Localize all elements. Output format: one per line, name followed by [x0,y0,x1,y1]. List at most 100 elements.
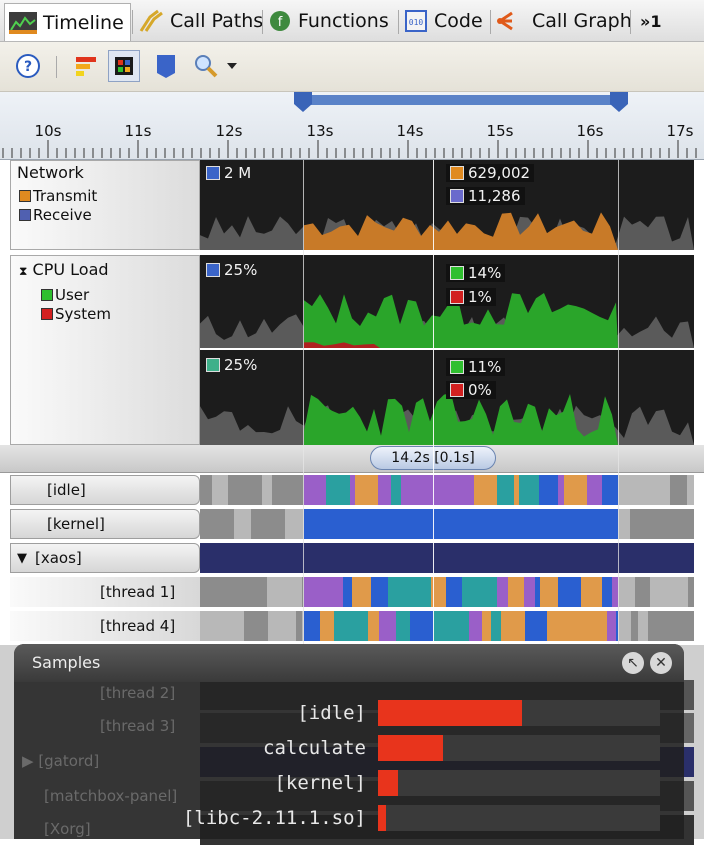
timeline-segment [272,475,284,505]
faded-matchbox-label: [matchbox-panel] [44,787,178,805]
legend-receive: Receive [19,206,92,224]
timeline-segment [352,577,371,607]
cpu-core2-scale-label: 25% [224,356,258,374]
close-icon[interactable]: ✕ [650,652,672,674]
cpu-core2-system: 0% [468,381,492,399]
timeline-segment [247,577,254,607]
thread-4-label[interactable]: [thread 4] [10,611,200,641]
timeline-segment [665,509,681,539]
timeline-segment [371,577,388,607]
selection-start-handle [294,92,312,112]
tick-label: 11s [124,122,152,140]
timeline-segment [558,577,581,607]
timeline-segment [649,509,665,539]
zoom-dropdown-button[interactable] [222,50,242,82]
timeline-segment [497,475,514,505]
cpu-core2-scale: 25% [206,356,257,374]
timeline-segment [631,611,638,641]
timeline-segment [334,611,352,641]
timeline-segment [355,475,378,505]
timeline-segment [309,577,333,607]
timeline-segment [648,611,658,641]
bookmark-icon [157,55,175,78]
timeline-segment [384,475,391,505]
timeline-segment [564,475,587,505]
timeline-segment [435,475,453,505]
timeline-segment [410,611,433,641]
timeline-segment [244,611,255,641]
tick-label: 14s [396,122,424,140]
tab-code[interactable]: 010 Code [404,6,483,36]
scale-swatch [206,263,220,277]
timeline-segment [218,577,234,607]
timeline-segment [650,577,667,607]
timeline-segment [685,611,694,641]
faded-gatord-label: ▶ [gatord] [22,752,99,770]
tab-divider [132,10,133,34]
timeline-segment [491,611,501,641]
timeline-segment [453,475,474,505]
tick-label: 17s [666,122,694,140]
timeline-segment [687,475,694,505]
cpu-panel-header[interactable]: ⧗ CPU Load User System [10,255,200,445]
timeline-segment [618,577,635,607]
tab-overflow-button[interactable]: »1 [640,6,661,36]
tick-label: 15s [486,122,514,140]
expand-arrow-icon[interactable]: ▼ [17,551,27,566]
chip-button[interactable] [108,50,140,82]
timeline-segment [220,475,228,505]
network-panel-header[interactable]: Network Transmit Receive [10,160,200,250]
timeline-segment [262,475,272,505]
cursor-line[interactable] [433,160,434,644]
timeline-segment [539,475,554,505]
tab-divider [398,10,399,34]
collapsed-arrow-icon: ▶ [22,752,39,770]
tab-divider [262,10,263,34]
tab-call-paths[interactable]: Call Paths [138,6,263,36]
timeline-segment [200,475,212,505]
timeline-segment [326,475,333,505]
process-xaos-label[interactable]: ▼ [xaos] [10,543,200,573]
collapse-icon[interactable]: ⧗ [19,264,27,278]
sample-name: calculate [263,737,366,759]
network-title: Network [17,163,84,182]
process-kernel-strip [200,509,694,539]
legend-system-label: System [55,305,111,323]
color-bars-button[interactable] [70,50,102,82]
timeline-segment [200,577,218,607]
time-ruler[interactable]: 10s 11s 12s 13s 14s 15s 16s 17s [0,92,704,160]
pop-out-icon[interactable]: ↖ [622,652,644,674]
network-scale-label: 2 M [224,164,252,182]
help-icon: ? [16,54,40,78]
tab-timeline[interactable]: Timeline [4,3,131,41]
timeline-segment [588,577,602,607]
process-kernel-label[interactable]: [kernel] [10,509,200,539]
timeline-segment [510,611,525,641]
cpu-title: CPU Load [32,260,109,279]
timeline-segment [333,475,350,505]
help-button[interactable]: ? [12,50,44,82]
timeline-segment [391,475,401,505]
selection-end-line [618,160,619,644]
thread-1-label[interactable]: [thread 1] [10,577,200,607]
toolbar: ? [0,42,704,92]
user-value-swatch [450,360,464,374]
timeline-segment [225,611,244,641]
process-idle-label[interactable]: [idle] [10,475,200,505]
transmit-swatch [19,190,31,202]
cpu-core1-scale: 25% [206,261,257,279]
timeline-segment [244,475,262,505]
timeline-segment [304,611,320,641]
process-idle-strip [200,475,694,505]
tab-functions[interactable]: f Functions [268,6,389,36]
cpu-core2-chart: 25% 11% 0% [200,350,694,445]
legend-receive-label: Receive [33,206,92,224]
zoom-button[interactable] [190,50,222,82]
tab-call-paths-label: Call Paths [170,10,264,32]
tab-call-graph[interactable]: Call Graph [496,6,632,36]
timeline-icon [9,11,37,34]
cpu-core1-user: 14% [468,264,502,282]
functions-icon: f [270,11,290,31]
bookmark-button[interactable] [150,50,182,82]
scale-swatch [206,166,220,180]
